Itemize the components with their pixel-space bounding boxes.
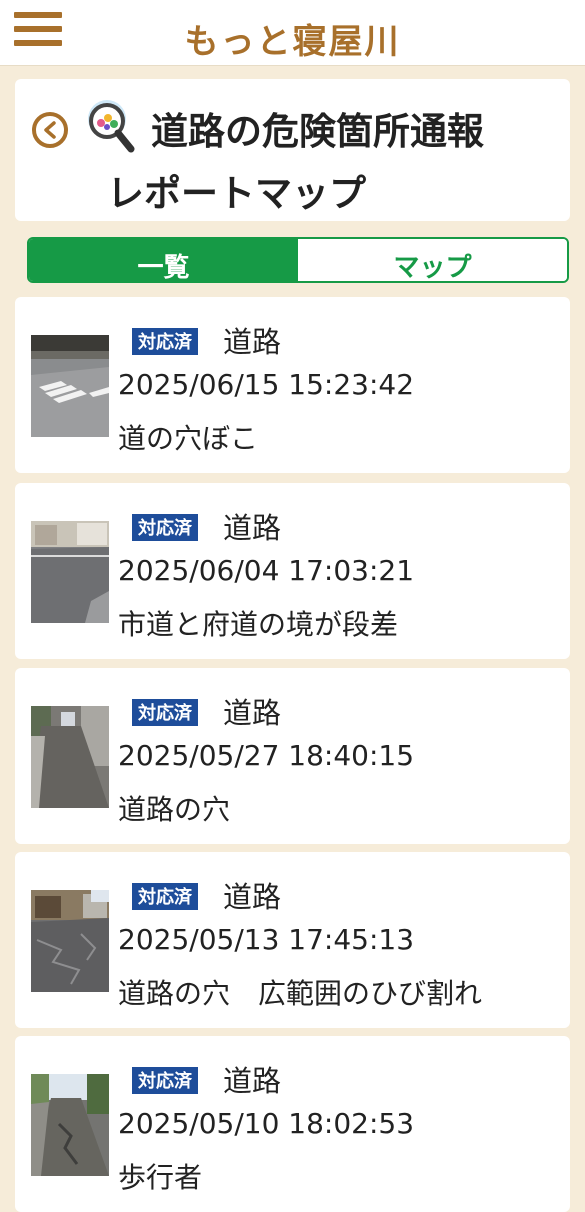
report-description: 市道と府道の境が段差 — [118, 608, 399, 641]
report-datetime: 2025/06/15 15:23:42 — [118, 368, 415, 401]
app-title: もっと寝屋川 — [184, 22, 401, 62]
report-datetime: 2025/05/27 18:40:15 — [118, 739, 415, 772]
magnifier-report-icon — [79, 97, 145, 163]
page-header: 道路の危険箇所通報 レポートマップ — [15, 79, 570, 221]
report-photo — [31, 521, 109, 623]
status-badge: 対応済 — [132, 514, 198, 541]
report-photo — [31, 1074, 109, 1176]
report-photo — [31, 706, 109, 808]
report-photo — [31, 890, 109, 992]
back-arrow-icon[interactable] — [32, 112, 68, 148]
report-item[interactable]: 対応済 道路 2025/05/10 18:02:53 歩行者 — [15, 1036, 570, 1212]
page-title-line-2: レポートマップ — [107, 172, 366, 215]
status-badge: 対応済 — [132, 1067, 198, 1094]
report-photo — [31, 335, 109, 437]
report-item[interactable]: 対応済 道路 2025/05/13 17:45:13 道路の穴 広範囲のひび割れ — [15, 852, 570, 1028]
tab-map[interactable]: マップ — [298, 239, 567, 281]
status-badge: 対応済 — [132, 883, 198, 910]
report-category: 道路 — [223, 696, 282, 730]
report-item[interactable]: 対応済 道路 2025/06/15 15:23:42 道の穴ぼこ — [15, 297, 570, 473]
report-category: 道路 — [223, 511, 282, 545]
report-category: 道路 — [223, 1064, 282, 1098]
report-description: 歩行者 — [118, 1161, 203, 1194]
status-badge: 対応済 — [132, 328, 198, 355]
report-item[interactable]: 対応済 道路 2025/05/27 18:40:15 道路の穴 — [15, 668, 570, 844]
page-title-line-1: 道路の危険箇所通報 — [151, 110, 484, 153]
report-description: 道路の穴 — [118, 793, 231, 826]
report-category: 道路 — [223, 325, 282, 359]
status-badge: 対応済 — [132, 699, 198, 726]
report-category: 道路 — [223, 880, 282, 914]
report-item[interactable]: 対応済 道路 2025/06/04 17:03:21 市道と府道の境が段差 — [15, 483, 570, 659]
report-description: 道の穴ぼこ — [118, 422, 259, 455]
report-datetime: 2025/06/04 17:03:21 — [118, 554, 415, 587]
report-description: 道路の穴 広範囲のひび割れ — [118, 977, 483, 1010]
report-datetime: 2025/05/10 18:02:53 — [118, 1107, 415, 1140]
report-datetime: 2025/05/13 17:45:13 — [118, 923, 415, 956]
view-tabs: 一覧 マップ — [27, 237, 569, 283]
tab-list[interactable]: 一覧 — [29, 239, 298, 281]
app-bar: もっと寝屋川 — [0, 0, 585, 66]
